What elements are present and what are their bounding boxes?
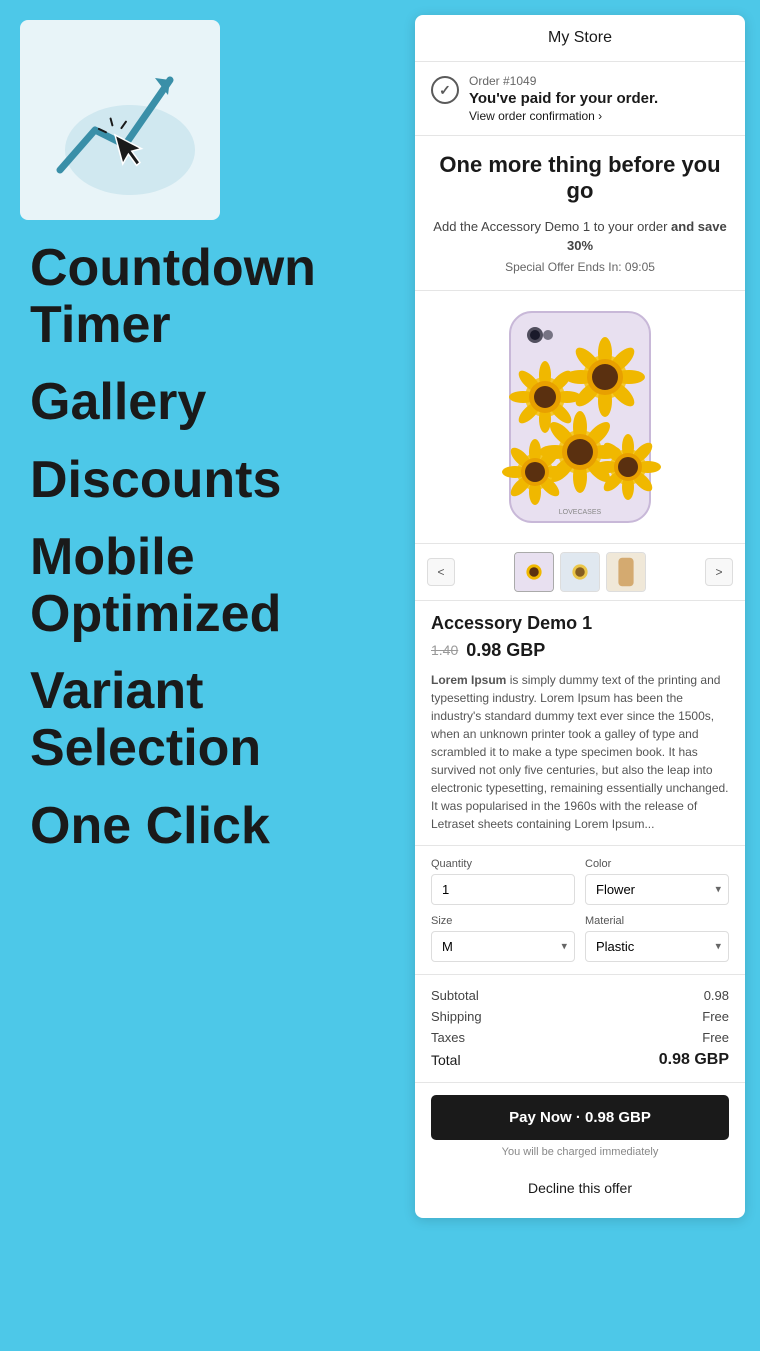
- quantity-label: Quantity: [431, 858, 575, 870]
- price-current: 0.98 GBP: [466, 640, 545, 661]
- variant-row-2: Size M ▾ Material Plastic ▾: [431, 915, 729, 962]
- feature-variant-selection: Variant Selection: [30, 663, 395, 777]
- upsell-section: One more thing before you go Add the Acc…: [415, 136, 745, 291]
- total-value: 0.98 GBP: [659, 1051, 729, 1069]
- material-select-wrapper: Plastic ▾: [585, 931, 729, 962]
- shipping-row: Shipping Free: [431, 1006, 729, 1027]
- description-text: is simply dummy text of the printing and…: [431, 673, 729, 831]
- taxes-row: Taxes Free: [431, 1027, 729, 1048]
- subtotal-row: Subtotal 0.98: [431, 985, 729, 1006]
- color-select[interactable]: Flower: [585, 874, 729, 905]
- product-image-svg: LOVECASES: [490, 307, 670, 527]
- feature-discounts: Discounts: [30, 452, 395, 509]
- thumbnail-3[interactable]: [606, 552, 646, 592]
- charge-notice: You will be charged immediately: [431, 1146, 729, 1158]
- taxes-label: Taxes: [431, 1030, 465, 1045]
- upsell-headline: One more thing before you go: [431, 152, 729, 205]
- svg-text:LOVECASES: LOVECASES: [559, 509, 602, 516]
- feature-mobile-optimized: Mobile Optimized: [30, 529, 395, 643]
- quantity-input[interactable]: [431, 874, 575, 905]
- product-name: Accessory Demo 1: [431, 613, 729, 634]
- cta-section: Pay Now · 0.98 GBP You will be charged i…: [415, 1083, 745, 1218]
- logo-box: [20, 20, 220, 220]
- timer-text: Special Offer Ends In: 09:05: [431, 260, 729, 274]
- thumbnail-items: [461, 552, 699, 592]
- product-details: Accessory Demo 1 1.40 0.98 GBP Lorem Ips…: [415, 601, 745, 846]
- order-paid-message: You've paid for your order.: [469, 90, 658, 107]
- product-image-area: LOVECASES: [415, 291, 745, 544]
- product-description: Lorem Ipsum is simply dummy text of the …: [431, 671, 729, 833]
- size-label: Size: [431, 915, 575, 927]
- gallery-prev-button[interactable]: <: [427, 558, 455, 586]
- gallery-next-button[interactable]: >: [705, 558, 733, 586]
- check-circle-icon: [431, 76, 459, 104]
- feature-one-click: One Click: [30, 798, 395, 855]
- store-card: My Store Order #1049 You've paid for you…: [415, 15, 745, 1218]
- material-select[interactable]: Plastic: [585, 931, 729, 962]
- feature-gallery: Gallery: [30, 374, 395, 431]
- trend-icon: [40, 40, 200, 200]
- taxes-value: Free: [702, 1030, 729, 1045]
- feature-list: Countdown Timer Gallery Discounts Mobile…: [20, 240, 395, 875]
- view-order-link[interactable]: View order confirmation ›: [469, 109, 658, 123]
- thumbnail-gallery: <: [415, 544, 745, 601]
- color-select-wrapper: Flower ▾: [585, 874, 729, 905]
- color-field: Color Flower ▾: [585, 858, 729, 905]
- material-field: Material Plastic ▾: [585, 915, 729, 962]
- feature-countdown-timer: Countdown Timer: [30, 240, 395, 354]
- shipping-value: Free: [702, 1009, 729, 1024]
- left-panel: Countdown Timer Gallery Discounts Mobile…: [0, 0, 415, 895]
- thumbnail-2[interactable]: [560, 552, 600, 592]
- subtotal-label: Subtotal: [431, 988, 479, 1003]
- color-label: Color: [585, 858, 729, 870]
- order-summary: Subtotal 0.98 Shipping Free Taxes Free T…: [415, 975, 745, 1083]
- order-confirmation: Order #1049 You've paid for your order. …: [415, 62, 745, 136]
- total-label: Total: [431, 1052, 461, 1068]
- subtotal-value: 0.98: [704, 988, 729, 1003]
- product-price: 1.40 0.98 GBP: [431, 640, 729, 661]
- size-select[interactable]: M: [431, 931, 575, 962]
- store-header: My Store: [415, 15, 745, 62]
- order-info: Order #1049 You've paid for your order. …: [469, 74, 658, 123]
- decline-offer-button[interactable]: Decline this offer: [431, 1170, 729, 1206]
- upsell-offer-text: Add the Accessory Demo 1 to your order a…: [431, 217, 729, 256]
- pay-now-button[interactable]: Pay Now · 0.98 GBP: [431, 1095, 729, 1140]
- offer-prefix: Add the Accessory Demo 1 to your order: [433, 219, 671, 234]
- price-original: 1.40: [431, 642, 458, 658]
- product-main-image: LOVECASES: [490, 307, 670, 527]
- quantity-field: Quantity: [431, 858, 575, 905]
- description-bold: Lorem Ipsum: [431, 673, 506, 687]
- material-label: Material: [585, 915, 729, 927]
- shipping-label: Shipping: [431, 1009, 482, 1024]
- size-select-wrapper: M ▾: [431, 931, 575, 962]
- size-field: Size M ▾: [431, 915, 575, 962]
- order-number: Order #1049: [469, 74, 658, 88]
- total-row: Total 0.98 GBP: [431, 1048, 729, 1072]
- store-title: My Store: [548, 29, 612, 46]
- thumbnail-1[interactable]: [514, 552, 554, 592]
- variant-section: Quantity Color Flower ▾ Size M: [415, 846, 745, 975]
- variant-row-1: Quantity Color Flower ▾: [431, 858, 729, 905]
